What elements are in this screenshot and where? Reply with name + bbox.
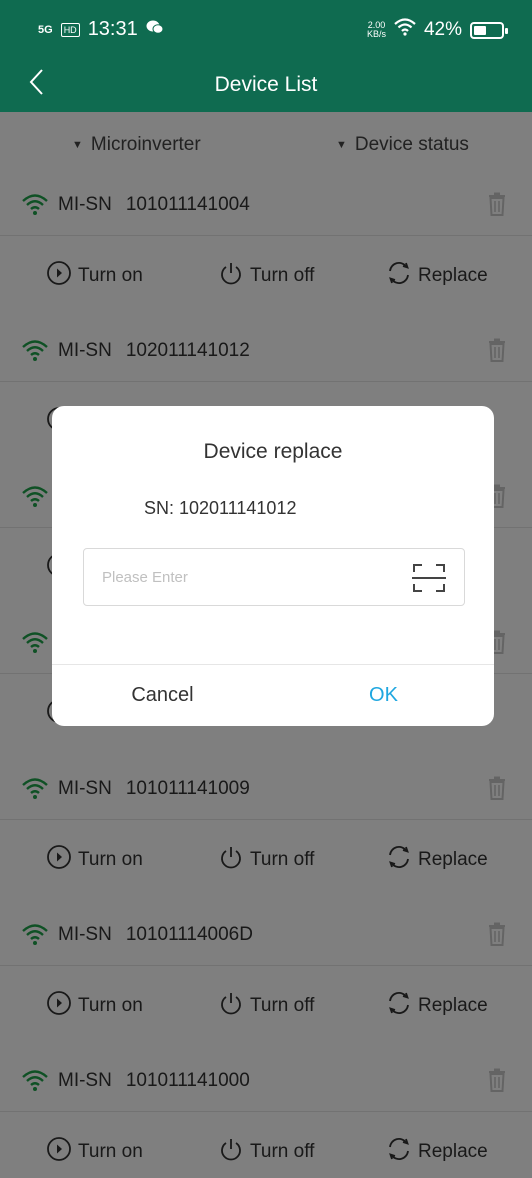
scan-icon[interactable] — [412, 563, 446, 593]
battery-percent: 42% — [423, 19, 462, 40]
cancel-button[interactable]: Cancel — [52, 665, 273, 726]
wechat-icon — [146, 18, 164, 41]
device-replace-dialog: Device replace SN: 102011141012 Cancel O… — [52, 406, 494, 726]
replacement-sn-field — [83, 548, 465, 606]
status-right: 2.00 KB/s 42% — [367, 18, 508, 42]
status-time: 13:31 — [87, 18, 138, 40]
hd-badge: HD — [60, 22, 80, 37]
app-header: Device List — [0, 56, 532, 112]
dialog-title: Device replace — [203, 440, 343, 463]
status-left: 5G HD 13:31 — [38, 18, 164, 41]
wifi-status-icon — [394, 18, 416, 42]
status-bar: 5G HD 13:31 2.00 KB/s 42% — [0, 0, 532, 56]
ok-button[interactable]: OK — [273, 665, 494, 726]
dialog-sn-text: SN: 102011141012 — [144, 498, 297, 518]
page-title: Device List — [214, 73, 318, 96]
signal-icon: 5G — [38, 23, 53, 36]
battery-icon — [470, 21, 508, 39]
replacement-sn-input[interactable] — [102, 549, 392, 605]
speed-unit: KB/s — [366, 29, 386, 39]
network-speed: 2.00 KB/s — [367, 21, 386, 39]
